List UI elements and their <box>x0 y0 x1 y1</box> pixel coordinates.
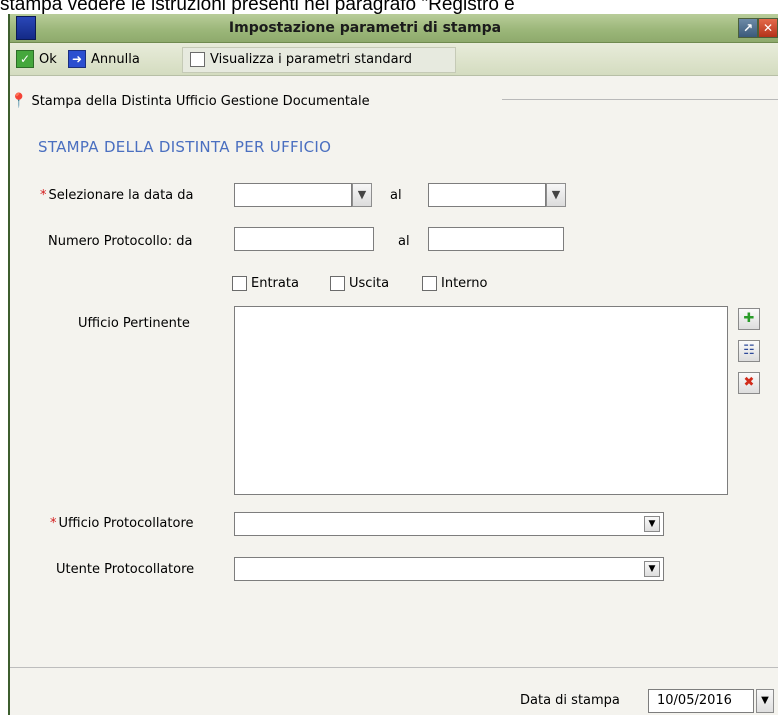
entrata-label: Entrata <box>251 276 299 291</box>
ok-button[interactable]: ✓ Ok <box>16 49 57 69</box>
required-marker: * <box>50 516 57 531</box>
chevron-down-icon[interactable]: ▼ <box>644 516 660 532</box>
toolbar: ✓ Ok ➜ Annulla Visualizza i parametri st… <box>10 43 778 76</box>
window-titlebar[interactable]: Impostazione parametri di stampa ↗ ✕ <box>10 14 778 43</box>
uscita-checkbox[interactable] <box>330 276 345 291</box>
date-to-label: al <box>390 188 402 203</box>
ufficio-protocollatore-select[interactable]: ▼ <box>234 512 664 536</box>
print-date-label: Data di stampa <box>520 693 620 708</box>
tree-icon[interactable]: ☷ <box>738 340 760 362</box>
ufficio-protocollatore-label: * Ufficio Protocollatore <box>50 516 194 531</box>
protocol-to-input[interactable] <box>428 227 564 251</box>
standard-params-checkbox[interactable] <box>190 51 205 67</box>
utente-protocollatore-select[interactable]: ▼ <box>234 557 664 581</box>
form-heading: STAMPA DELLA DISTINTA PER UFFICIO <box>38 138 332 156</box>
standard-params-label: Visualizza i parametri standard <box>210 51 412 67</box>
uscita-label: Uscita <box>349 276 390 291</box>
date-from-label: * Selezionare la data da <box>40 188 194 203</box>
print-date-input[interactable]: 10/05/2016 <box>648 689 754 713</box>
window-title: Impostazione parametri di stampa <box>228 20 502 36</box>
checkbox-uscita[interactable]: Uscita <box>330 276 389 291</box>
interno-label: Interno <box>441 276 488 291</box>
ok-button-label: Ok <box>39 51 57 67</box>
section-title: Stampa della Distinta Ufficio Gestione D… <box>31 93 370 109</box>
print-date-picker-icon[interactable]: ▼ <box>756 689 774 713</box>
checkbox-entrata[interactable]: Entrata <box>232 276 299 291</box>
protocol-from-input[interactable] <box>234 227 374 251</box>
add-icon[interactable]: ✚ <box>738 308 760 330</box>
ufficio-pertinente-list[interactable] <box>234 306 728 495</box>
check-icon: ✓ <box>16 50 34 68</box>
entrata-checkbox[interactable] <box>232 276 247 291</box>
footer: Data di stampa 10/05/2016 ▼ <box>10 673 778 715</box>
close-icon[interactable]: ✕ <box>758 18 778 38</box>
date-from-input[interactable] <box>234 183 352 207</box>
ufficio-protocollatore-label-text: Ufficio Protocollatore <box>58 516 194 531</box>
date-from-label-text: Selezionare la data da <box>48 188 194 203</box>
required-marker: * <box>40 188 47 203</box>
ufficio-pertinente-label: Ufficio Pertinente <box>78 316 190 331</box>
arrow-right-icon: ➜ <box>68 50 86 68</box>
delete-icon[interactable]: ✖ <box>738 372 760 394</box>
chevron-down-icon[interactable]: ▼ <box>644 561 660 577</box>
restore-icon[interactable]: ↗ <box>738 18 758 38</box>
section-header: 📍 Stampa della Distinta Ufficio Gestione… <box>10 92 370 110</box>
checkbox-interno[interactable]: Interno <box>422 276 487 291</box>
utente-protocollatore-label: Utente Protocollatore <box>56 562 195 577</box>
protocol-from-label: Numero Protocollo: da <box>48 234 193 249</box>
protocol-to-label: al <box>398 234 410 249</box>
date-to-picker-icon[interactable]: ▼ <box>546 183 566 207</box>
pin-icon: 📍 <box>10 93 28 109</box>
interno-checkbox[interactable] <box>422 276 437 291</box>
cancel-button-label: Annulla <box>91 51 140 67</box>
standard-params-toggle[interactable]: Visualizza i parametri standard <box>190 49 412 69</box>
section-divider <box>502 99 778 100</box>
cancel-button[interactable]: ➜ Annulla <box>68 49 140 69</box>
date-to-input[interactable] <box>428 183 546 207</box>
print-settings-window: Impostazione parametri di stampa ↗ ✕ ✓ O… <box>8 14 778 715</box>
form-area: STAMPA DELLA DISTINTA PER UFFICIO * Selez… <box>10 110 778 668</box>
date-from-picker-icon[interactable]: ▼ <box>352 183 372 207</box>
form-divider <box>10 667 778 668</box>
